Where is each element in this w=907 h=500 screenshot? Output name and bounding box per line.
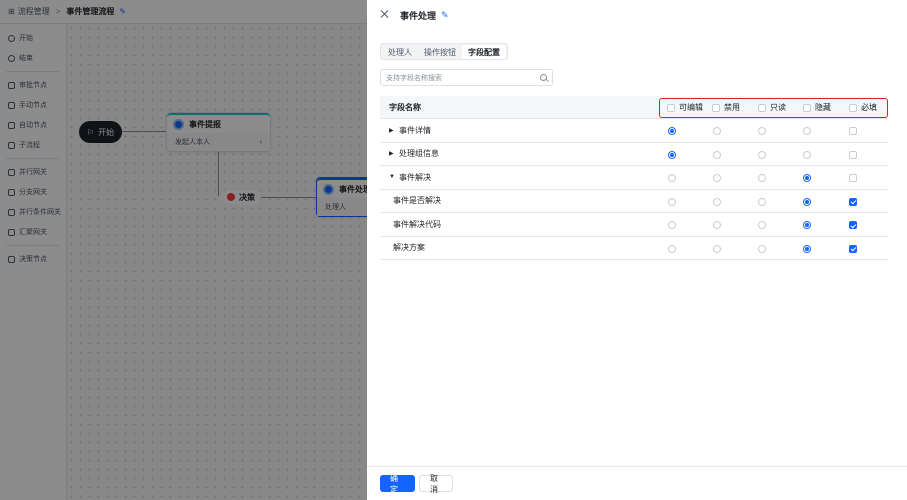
column-header-label: 可编辑 xyxy=(679,103,703,112)
select-all-checkbox[interactable] xyxy=(667,103,675,112)
field-name-cell: ▶ 处理组信息 xyxy=(389,148,439,159)
column-header-label: 隐藏 xyxy=(815,103,831,112)
tab-operation-buttons[interactable]: 操作按钮 xyxy=(418,45,462,59)
field-name-label: 事件解决代码 xyxy=(393,219,441,229)
drawer-tabs: 处理人 操作按钮 字段配置 xyxy=(380,43,508,60)
tab-handler[interactable]: 处理人 xyxy=(382,45,418,59)
select-all-checkbox[interactable] xyxy=(758,103,766,112)
field-name-cell: 事件解决代码 xyxy=(393,219,441,230)
select-all-checkbox[interactable] xyxy=(712,103,720,112)
field-name-label: 处理组信息 xyxy=(399,149,439,159)
close-icon[interactable] xyxy=(379,9,391,21)
confirm-button[interactable]: 确定 xyxy=(380,474,415,494)
table-row: 事件解决代码 xyxy=(380,213,888,237)
permission-radio[interactable] xyxy=(803,150,811,159)
permission-radio[interactable] xyxy=(713,197,721,206)
search-icon[interactable] xyxy=(540,74,547,81)
table-row: ▶ 事件详情 xyxy=(380,119,888,143)
column-header-disabled[interactable]: 禁用 xyxy=(712,96,740,119)
permission-radio[interactable] xyxy=(713,127,721,135)
field-name-label: 事件解决 xyxy=(399,172,431,182)
select-all-checkbox[interactable] xyxy=(803,103,811,112)
permission-radio[interactable] xyxy=(758,127,766,135)
permission-radio[interactable] xyxy=(803,127,811,135)
caret-right-icon[interactable]: ▶ xyxy=(389,150,395,157)
drawer-title: 事件处理 xyxy=(400,10,437,21)
required-checkbox[interactable] xyxy=(849,244,857,253)
field-name-cell: 解决方案 xyxy=(393,242,425,253)
permission-radio[interactable] xyxy=(713,150,721,159)
column-header-required[interactable]: 必填 xyxy=(849,96,877,119)
permission-radio[interactable] xyxy=(803,221,811,229)
table-row: 事件是否解决 xyxy=(380,190,888,213)
field-name-label: 事件是否解决 xyxy=(393,196,441,206)
drawer-header: 事件处理 ✎ xyxy=(367,0,907,30)
column-header-hidden[interactable]: 隐藏 xyxy=(803,96,831,119)
permission-radio[interactable] xyxy=(668,174,676,182)
column-header-field-name: 字段名称 xyxy=(389,102,421,112)
caret-right-icon[interactable]: ▶ xyxy=(389,127,395,134)
permission-radio[interactable] xyxy=(758,150,766,159)
permission-radio[interactable] xyxy=(713,174,721,182)
field-name-label: 解决方案 xyxy=(393,243,425,253)
required-checkbox[interactable] xyxy=(849,174,857,182)
permission-radio[interactable] xyxy=(803,197,811,206)
field-search-input[interactable]: 支持字段名称搜索 xyxy=(380,69,553,86)
field-name-cell: ▼ 事件解决 xyxy=(389,172,431,183)
search-placeholder: 支持字段名称搜索 xyxy=(386,74,442,82)
column-header-label: 禁用 xyxy=(724,103,740,112)
field-config-table: 字段名称 可编辑 禁用 只读 隐藏 必填 ▶ 事件详情 ▶ 处理组信息 ▼ 事件解决事件是… xyxy=(380,96,888,260)
table-body: ▶ 事件详情 ▶ 处理组信息 ▼ 事件解决事件是否解决 事件解决代码 解决方案 xyxy=(380,119,888,260)
table-row: ▶ 处理组信息 xyxy=(380,143,888,166)
column-header-label: 必填 xyxy=(861,103,877,112)
permission-radio[interactable] xyxy=(713,221,721,229)
tab-field-config[interactable]: 字段配置 xyxy=(462,45,506,59)
table-header: 字段名称 可编辑 禁用 只读 隐藏 必填 xyxy=(380,96,888,119)
permission-radio[interactable] xyxy=(803,244,811,253)
permission-radio[interactable] xyxy=(668,221,676,229)
permission-radio[interactable] xyxy=(758,197,766,206)
permission-radio[interactable] xyxy=(758,221,766,229)
permission-radio[interactable] xyxy=(668,244,676,253)
field-name-cell: ▶ 事件详情 xyxy=(389,125,431,136)
required-checkbox[interactable] xyxy=(849,127,857,135)
select-all-checkbox[interactable] xyxy=(849,103,857,112)
required-checkbox[interactable] xyxy=(849,150,857,159)
column-header-editable[interactable]: 可编辑 xyxy=(667,96,703,119)
permission-radio[interactable] xyxy=(713,244,721,253)
node-config-drawer: 事件处理 ✎ 处理人 操作按钮 字段配置 支持字段名称搜索 字段名称 可编辑 禁… xyxy=(367,0,907,500)
column-header-readonly[interactable]: 只读 xyxy=(758,96,786,119)
permission-radio[interactable] xyxy=(758,244,766,253)
table-row: 解决方案 xyxy=(380,237,888,260)
column-header-label: 只读 xyxy=(770,103,786,112)
cancel-button[interactable]: 取消 xyxy=(419,474,453,494)
permission-radio[interactable] xyxy=(668,127,676,135)
permission-radio[interactable] xyxy=(668,150,676,159)
drawer-footer: 确定 取消 xyxy=(367,466,907,500)
field-name-label: 事件详情 xyxy=(399,125,431,135)
permission-radio[interactable] xyxy=(803,174,811,182)
field-name-cell: 事件是否解决 xyxy=(393,195,441,206)
caret-down-icon[interactable]: ▼ xyxy=(389,174,395,180)
table-row: ▼ 事件解决 xyxy=(380,166,888,190)
permission-radio[interactable] xyxy=(668,197,676,206)
edit-icon[interactable]: ✎ xyxy=(441,10,449,21)
required-checkbox[interactable] xyxy=(849,197,857,206)
required-checkbox[interactable] xyxy=(849,221,857,229)
permission-radio[interactable] xyxy=(758,174,766,182)
